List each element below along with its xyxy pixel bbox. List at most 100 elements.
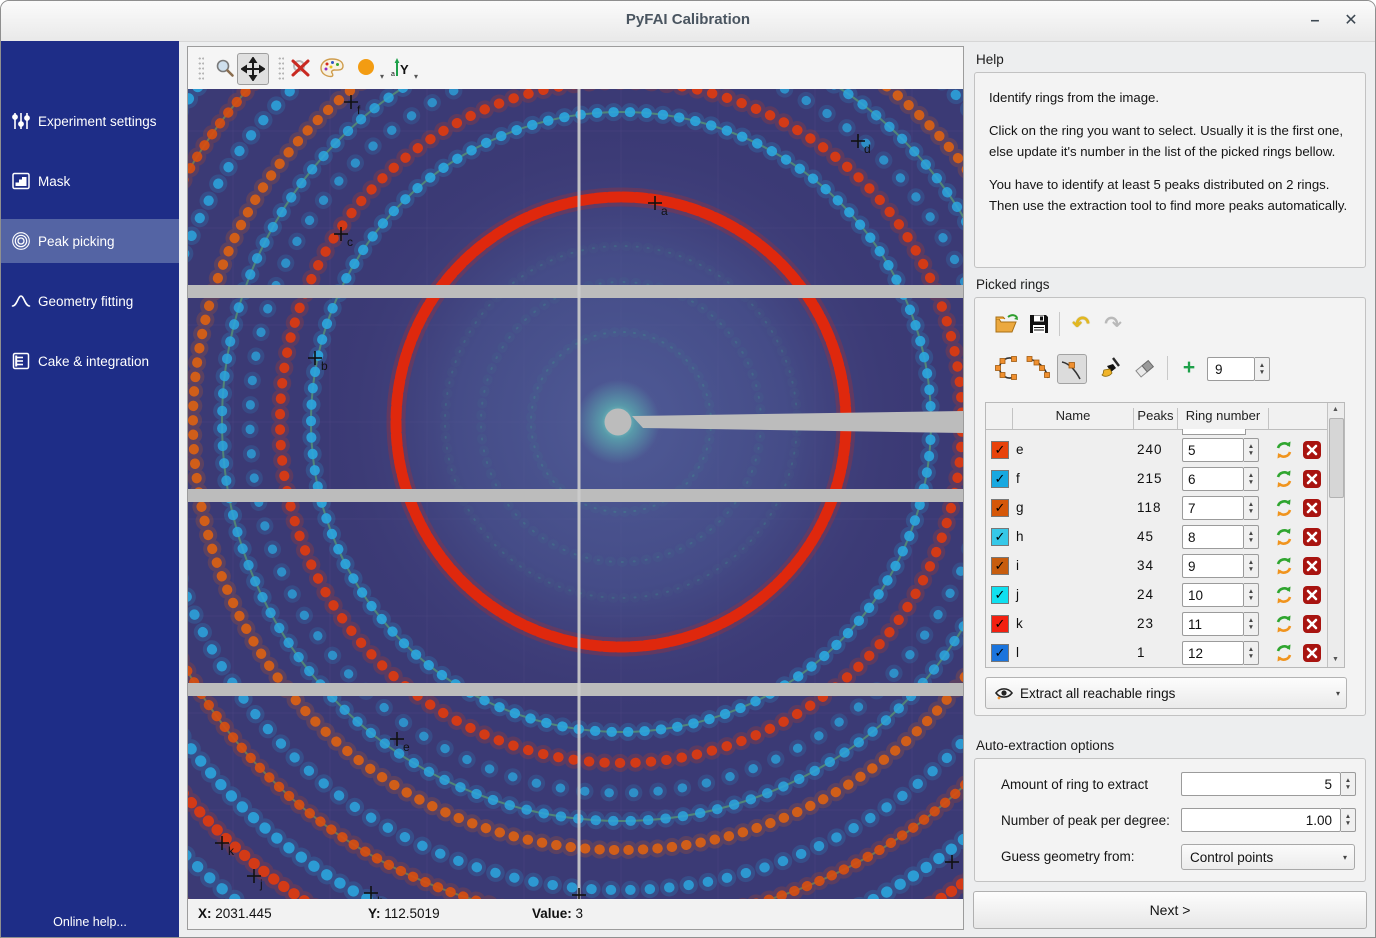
next-button[interactable]: Next > xyxy=(973,891,1367,929)
table-row[interactable]: ✓ i 34 9 ▲▼ xyxy=(986,551,1328,580)
ring-number-input[interactable]: 12 xyxy=(1182,641,1244,665)
eraser-icon xyxy=(1132,356,1156,380)
ring-number-input[interactable]: 6 xyxy=(1182,467,1244,491)
guess-geometry-select[interactable]: Control points ▾ xyxy=(1181,844,1355,870)
sidebar-item-experiment-settings[interactable]: Experiment settings xyxy=(1,99,179,143)
ring-visible-checkbox[interactable]: ✓ xyxy=(991,586,1009,604)
colormap-button[interactable] xyxy=(317,53,347,83)
minimize-button[interactable]: – xyxy=(1303,10,1327,34)
clear-zoom-button[interactable] xyxy=(286,53,316,83)
table-row[interactable]: ✓ l 1 12 ▲▼ xyxy=(986,638,1328,667)
table-row[interactable]: ✓ h 45 8 ▲▼ xyxy=(986,522,1328,551)
ring-visible-checkbox[interactable]: ✓ xyxy=(991,615,1009,633)
save-rings-button[interactable] xyxy=(1025,310,1053,338)
extract-rings-button[interactable]: Extract all reachable rings xyxy=(985,677,1332,709)
refresh-ring-icon[interactable] xyxy=(1274,440,1294,460)
new-ring-number-spinner[interactable]: ▲▼ xyxy=(1255,357,1270,381)
table-row[interactable]: ✓ e 240 5 ▲▼ xyxy=(986,435,1328,464)
pan-tool-button[interactable] xyxy=(237,53,269,85)
marker-style-button[interactable]: ▾ xyxy=(352,53,382,83)
remove-ring-icon[interactable] xyxy=(1302,440,1322,460)
table-row[interactable]: ✓ k 23 11 ▲▼ xyxy=(986,609,1328,638)
diffraction-image-canvas[interactable]: abcdefhjk xyxy=(188,89,963,899)
svg-text:a: a xyxy=(391,71,395,78)
refresh-ring-icon[interactable] xyxy=(1274,585,1294,605)
remove-ring-icon[interactable] xyxy=(1302,614,1322,634)
zoom-tool-button[interactable] xyxy=(210,53,240,83)
ring-select-tool-button[interactable] xyxy=(993,354,1021,382)
y-axis-orientation-button[interactable]: Y a ▾ xyxy=(386,53,416,83)
peak-per-degree-input[interactable]: 1.00 xyxy=(1181,808,1341,832)
ring-number-input[interactable]: 5 xyxy=(1182,438,1244,462)
ring-number-spinner[interactable]: ▲▼ xyxy=(1244,583,1259,607)
sidebar-item-cake-integration[interactable]: Cake & integration xyxy=(1,339,179,383)
table-row[interactable]: ✓ f 215 6 ▲▼ xyxy=(986,464,1328,493)
brush-icon xyxy=(1099,356,1123,380)
ring-number-input[interactable]: 10 xyxy=(1182,583,1244,607)
remove-ring-icon[interactable] xyxy=(1302,643,1322,663)
point-select-tool-button[interactable] xyxy=(1057,354,1087,384)
plot-panel: ▾ Y a ▾ xyxy=(187,46,964,930)
spin-up-icon: ▲ xyxy=(1259,362,1265,369)
refresh-ring-icon[interactable] xyxy=(1274,498,1294,518)
add-ring-button[interactable]: + xyxy=(1175,354,1203,382)
sidebar-item-peak-picking[interactable]: Peak picking xyxy=(1,219,179,263)
save-floppy-icon xyxy=(1028,313,1050,335)
ring-number-input[interactable]: 8 xyxy=(1182,525,1244,549)
picked-rings-title: Picked rings xyxy=(976,277,1050,292)
svg-text:j: j xyxy=(259,877,263,891)
ring-number-input[interactable]: 11 xyxy=(1182,612,1244,636)
ring-visible-checkbox[interactable]: ✓ xyxy=(991,557,1009,575)
remove-ring-icon[interactable] xyxy=(1302,527,1322,547)
sidebar-item-geometry-fitting[interactable]: Geometry fitting xyxy=(1,279,179,323)
amount-of-ring-spinner[interactable]: ▲▼ xyxy=(1341,772,1356,796)
load-rings-button[interactable] xyxy=(993,310,1021,338)
redo-button[interactable]: ↷ xyxy=(1099,310,1127,338)
undo-button[interactable]: ↶ xyxy=(1067,310,1095,338)
ring-number-spinner[interactable]: ▲▼ xyxy=(1244,467,1259,491)
ring-number-spinner[interactable]: ▲▼ xyxy=(1244,496,1259,520)
ring-number-spinner[interactable]: ▲▼ xyxy=(1244,554,1259,578)
ring-visible-checkbox[interactable]: ✓ xyxy=(991,644,1009,662)
cursor-status-bar: X: 2031.445 Y: 112.5019 Value: 3 xyxy=(188,899,963,929)
table-scrollbar[interactable]: ▲ ▼ xyxy=(1327,403,1344,667)
ring-number-input[interactable]: 9 xyxy=(1182,554,1244,578)
remove-ring-icon[interactable] xyxy=(1302,498,1322,518)
toolbar-drag-handle[interactable] xyxy=(278,56,284,80)
extract-dropdown-button[interactable]: ▾ xyxy=(1330,677,1347,709)
table-row[interactable]: ✓ j 24 10 ▲▼ xyxy=(986,580,1328,609)
refresh-ring-icon[interactable] xyxy=(1274,469,1294,489)
refresh-ring-icon[interactable] xyxy=(1274,614,1294,634)
extract-rings-label: Extract all reachable rings xyxy=(1020,686,1175,701)
svg-text:e: e xyxy=(403,740,410,754)
amount-of-ring-input[interactable]: 5 xyxy=(1181,772,1341,796)
ring-visible-checkbox[interactable]: ✓ xyxy=(991,528,1009,546)
online-help-link[interactable]: Online help... xyxy=(1,915,179,929)
close-button[interactable]: ✕ xyxy=(1339,10,1363,34)
sidebar-item-mask[interactable]: Mask xyxy=(1,159,179,203)
refresh-ring-icon[interactable] xyxy=(1274,643,1294,663)
toolbar-drag-handle[interactable] xyxy=(198,56,204,80)
ring-number-input[interactable]: 7 xyxy=(1182,496,1244,520)
arc-select-tool-button[interactable] xyxy=(1025,354,1053,382)
eraser-tool-button[interactable] xyxy=(1130,354,1158,382)
ring-number-spinner[interactable]: ▲▼ xyxy=(1244,438,1259,462)
peak-per-degree-spinner[interactable]: ▲▼ xyxy=(1341,808,1356,832)
ring-visible-checkbox[interactable]: ✓ xyxy=(991,441,1009,459)
remove-ring-icon[interactable] xyxy=(1302,585,1322,605)
remove-ring-icon[interactable] xyxy=(1302,469,1322,489)
table-row[interactable]: ✓ g 118 7 ▲▼ xyxy=(986,493,1328,522)
orange-circle-icon xyxy=(356,57,378,79)
ring-peaks-count: 24 xyxy=(1137,587,1154,602)
remove-ring-icon[interactable] xyxy=(1302,556,1322,576)
ring-visible-checkbox[interactable]: ✓ xyxy=(991,470,1009,488)
refresh-ring-icon[interactable] xyxy=(1274,527,1294,547)
ring-number-spinner[interactable]: ▲▼ xyxy=(1244,525,1259,549)
refresh-ring-icon[interactable] xyxy=(1274,556,1294,576)
brush-tool-button[interactable] xyxy=(1097,354,1125,382)
new-ring-number-input[interactable]: 9 xyxy=(1207,357,1255,381)
scrollbar-thumb[interactable] xyxy=(1329,418,1344,498)
ring-visible-checkbox[interactable]: ✓ xyxy=(991,499,1009,517)
ring-number-spinner[interactable]: ▲▼ xyxy=(1244,612,1259,636)
ring-number-spinner[interactable]: ▲▼ xyxy=(1244,641,1259,665)
